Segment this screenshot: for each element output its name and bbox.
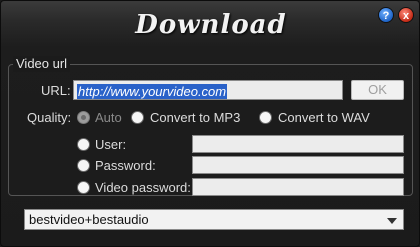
ok-button[interactable]: OK [351,80,404,100]
close-icon[interactable]: x [398,7,414,23]
format-select-value: bestvideo+bestaudio [29,212,149,227]
download-window: Download ? x Video url URL: http://www.y… [0,0,420,247]
close-glyph: x [402,10,410,22]
auto-radio-label: Auto [95,110,122,125]
convert-wav-radio[interactable] [259,111,272,124]
url-input-value: http://www.yourvideo.com [77,84,228,99]
auto-radio[interactable] [77,111,90,124]
video-password-input[interactable] [192,178,404,196]
password-input[interactable] [192,156,404,174]
password-label: Password: [95,158,156,173]
help-glyph: ? [382,10,390,22]
video-url-group-label: Video url [13,56,71,72]
video-password-label: Video password: [95,180,191,195]
video-password-radio[interactable] [77,181,90,194]
help-icon[interactable]: ? [378,7,394,23]
chevron-down-icon [387,218,397,224]
quality-label: Quality: [27,110,72,125]
url-input[interactable]: http://www.yourvideo.com [73,80,343,100]
password-radio[interactable] [77,159,90,172]
user-label: User: [95,137,127,152]
format-select[interactable]: bestvideo+bestaudio [24,209,404,230]
user-radio[interactable] [77,138,90,151]
window-title: Download [135,10,287,40]
convert-wav-label: Convert to WAV [278,110,370,125]
user-input[interactable] [192,135,404,153]
convert-mp3-label: Convert to MP3 [150,110,241,125]
url-label: URL: [41,83,71,98]
convert-mp3-radio[interactable] [131,111,144,124]
